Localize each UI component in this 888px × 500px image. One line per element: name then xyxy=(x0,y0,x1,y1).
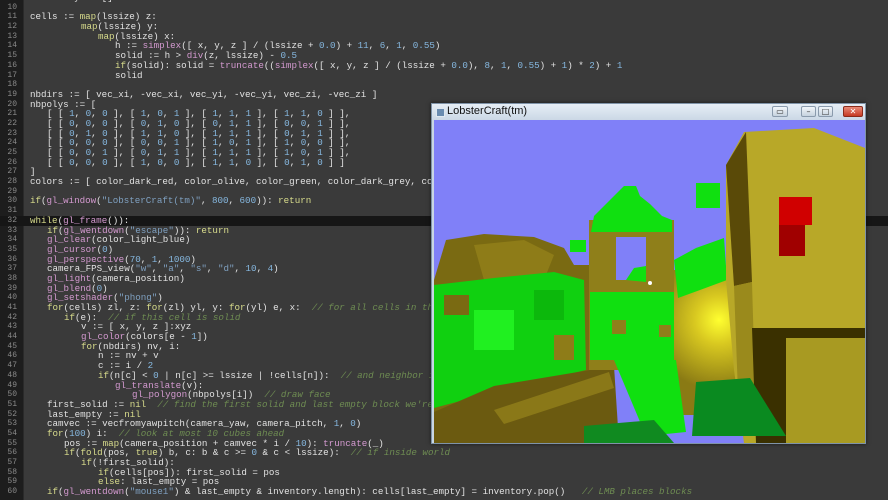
line-number: 58 xyxy=(7,467,17,477)
line-number: 38 xyxy=(7,273,17,283)
red-block xyxy=(779,225,805,256)
game-window[interactable]: LobsterCraft(tm) ▭ – □ ✕ xyxy=(431,103,866,444)
line-number: 41 xyxy=(7,303,17,312)
line-number: 26 xyxy=(7,157,17,167)
code-text: if(gl_window("LobsterCraft(tm)", 800, 60… xyxy=(30,195,312,207)
crosshair xyxy=(648,281,652,285)
line-number: 36 xyxy=(7,254,17,264)
line-number: 12 xyxy=(7,22,17,32)
line-number: 55 xyxy=(7,438,17,448)
line-number: 10 xyxy=(7,2,17,12)
game-viewport[interactable] xyxy=(434,120,865,443)
dirt-block xyxy=(659,325,671,337)
code-line[interactable]: 60 if(gl_wentdown("mouse1") & last_empty… xyxy=(0,487,888,497)
red-block-top xyxy=(779,197,812,225)
app-icon xyxy=(436,108,445,117)
line-number: 60 xyxy=(7,487,17,497)
line-number: 40 xyxy=(7,293,17,303)
line-number: 37 xyxy=(7,264,17,274)
line-number: 47 xyxy=(7,361,17,371)
line-number: 56 xyxy=(7,448,17,458)
line-number: 45 xyxy=(7,341,17,351)
line-number: 23 xyxy=(7,128,17,138)
line-number: 15 xyxy=(7,51,17,61)
line-number: 46 xyxy=(7,351,17,361)
line-number: 29 xyxy=(7,186,17,196)
line-number: 31 xyxy=(7,206,17,216)
line-number: 34 xyxy=(7,235,17,245)
foliage-block xyxy=(474,310,514,350)
code-line[interactable]: 19 nbdirs := [ vec_xi, -vec_xi, vec_yi, -… xyxy=(0,90,888,100)
line-number: 19 xyxy=(7,89,17,99)
line-number: 20 xyxy=(7,99,17,109)
line-number: 39 xyxy=(7,283,17,293)
line-number: 53 xyxy=(7,419,17,429)
line-number: 44 xyxy=(7,332,17,342)
line-number: 13 xyxy=(7,31,17,41)
line-number: 21 xyxy=(7,109,17,119)
line-number: 50 xyxy=(7,390,17,400)
code-line[interactable]: 17 solid xyxy=(0,69,888,81)
dirt-block xyxy=(612,320,626,334)
minimize-button[interactable]: – xyxy=(801,106,816,117)
line-number: 57 xyxy=(7,458,17,467)
line-number: 42 xyxy=(7,312,17,322)
line-number: 25 xyxy=(7,148,17,157)
window-titlebar[interactable]: LobsterCraft(tm) ▭ – □ ✕ xyxy=(432,104,865,120)
dirt-block xyxy=(444,295,469,315)
window-extra-button[interactable]: ▭ xyxy=(772,106,788,117)
code-text: if(gl_wentdown("mouse1") & last_empty & … xyxy=(47,486,693,498)
line-number: 18 xyxy=(7,80,17,90)
line-number: 28 xyxy=(7,177,17,187)
line-number: 11 xyxy=(7,12,17,22)
code-text: colors := [ color_dark_red, color_olive,… xyxy=(30,176,488,188)
code-text: [ [ 0, 0, 0 ], [ 1, 0, 0 ], [ 1, 1, 0 ],… xyxy=(30,156,345,168)
line-number: 59 xyxy=(7,477,17,487)
floating-foliage xyxy=(570,240,586,252)
dirt-block xyxy=(554,335,574,360)
line-number: 48 xyxy=(7,370,17,380)
line-number: 17 xyxy=(7,70,17,80)
line-number: 52 xyxy=(7,409,17,419)
line-number: 16 xyxy=(7,60,17,70)
line-number: 43 xyxy=(7,322,17,332)
line-number: 33 xyxy=(7,225,17,235)
line-number: 30 xyxy=(7,196,17,206)
lower-right-block xyxy=(786,338,865,443)
line-number: 24 xyxy=(7,138,17,148)
line-number: 14 xyxy=(7,41,17,51)
close-button[interactable]: ✕ xyxy=(843,106,863,117)
window-title: LobsterCraft(tm) xyxy=(447,105,528,117)
line-number: 32 xyxy=(7,215,17,225)
floating-foliage xyxy=(696,183,720,208)
line-number: 49 xyxy=(7,380,17,390)
maximize-button[interactable]: □ xyxy=(818,106,833,117)
line-number: 35 xyxy=(7,244,17,254)
foliage-block xyxy=(534,290,564,320)
line-number: 27 xyxy=(7,167,17,177)
line-number: 51 xyxy=(7,399,17,409)
code-text: solid xyxy=(30,69,143,81)
line-number: 22 xyxy=(7,118,17,128)
line-number: 54 xyxy=(7,428,17,438)
